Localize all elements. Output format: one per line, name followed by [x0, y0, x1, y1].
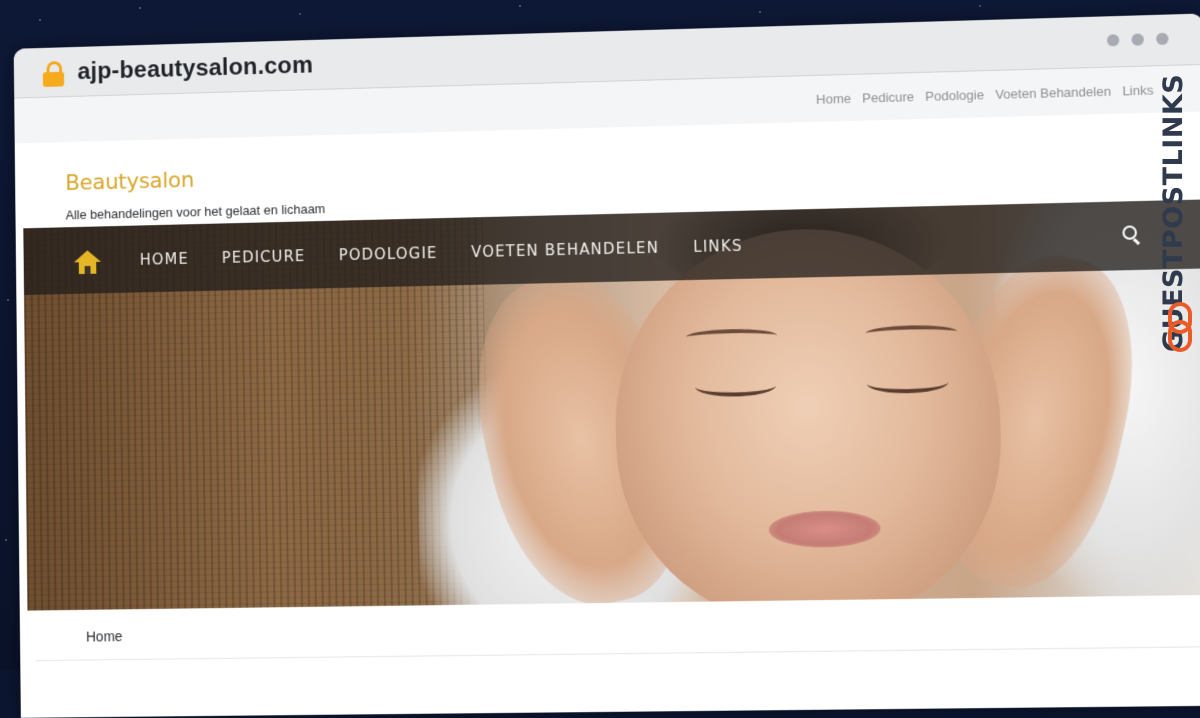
- search-icon[interactable]: [1122, 225, 1141, 244]
- top-link-pedicure[interactable]: Pedicure: [862, 89, 914, 105]
- home-icon[interactable]: [74, 250, 101, 274]
- top-link-podologie[interactable]: Podologie: [925, 87, 984, 104]
- top-link-voeten-behandelen[interactable]: Voeten Behandelen: [995, 84, 1111, 102]
- site-tagline: Alle behandelingen voor het gelaat en li…: [66, 201, 326, 222]
- nav-item-podologie[interactable]: PODOLOGIE: [339, 244, 438, 264]
- nav-item-voeten-behandelen[interactable]: VOETEN BEHANDELEN: [471, 239, 659, 261]
- browser-window: ajp-beautysalon.com Home Pedicure Podolo…: [8, 0, 1200, 678]
- site-title[interactable]: Beautysalon: [65, 165, 325, 196]
- nav-item-pedicure[interactable]: PEDICURE: [222, 247, 306, 267]
- window-dot-icon[interactable]: [1156, 33, 1169, 45]
- address-bar-url[interactable]: ajp-beautysalon.com: [77, 52, 313, 86]
- browser-frame: ajp-beautysalon.com Home Pedicure Podolo…: [14, 13, 1200, 717]
- face-image: [612, 225, 1005, 611]
- lock-icon: [43, 61, 64, 87]
- top-link-links[interactable]: Links: [1122, 82, 1154, 98]
- top-links: Home Pedicure Podologie Voeten Behandele…: [816, 82, 1154, 106]
- nav-item-links[interactable]: LINKS: [693, 237, 743, 256]
- hero-banner: HOME PEDICURE PODOLOGIE VOETEN BEHANDELE…: [23, 199, 1200, 610]
- badge-text-postlinks: POSTLINKS: [1158, 74, 1189, 249]
- main-menu: HOME PEDICURE PODOLOGIE VOETEN BEHANDELE…: [140, 237, 743, 269]
- site-branding: Beautysalon Alle behandelingen voor het …: [65, 165, 325, 223]
- window-dot-icon[interactable]: [1107, 34, 1120, 46]
- top-link-home[interactable]: Home: [816, 91, 851, 107]
- window-controls: [1107, 33, 1169, 47]
- window-dot-icon[interactable]: [1131, 33, 1144, 45]
- breadcrumb[interactable]: Home: [86, 628, 123, 644]
- chain-link-icon: [1168, 302, 1192, 348]
- web-page: Home Pedicure Podologie Voeten Behandele…: [14, 65, 1200, 718]
- nav-item-home[interactable]: HOME: [140, 250, 189, 269]
